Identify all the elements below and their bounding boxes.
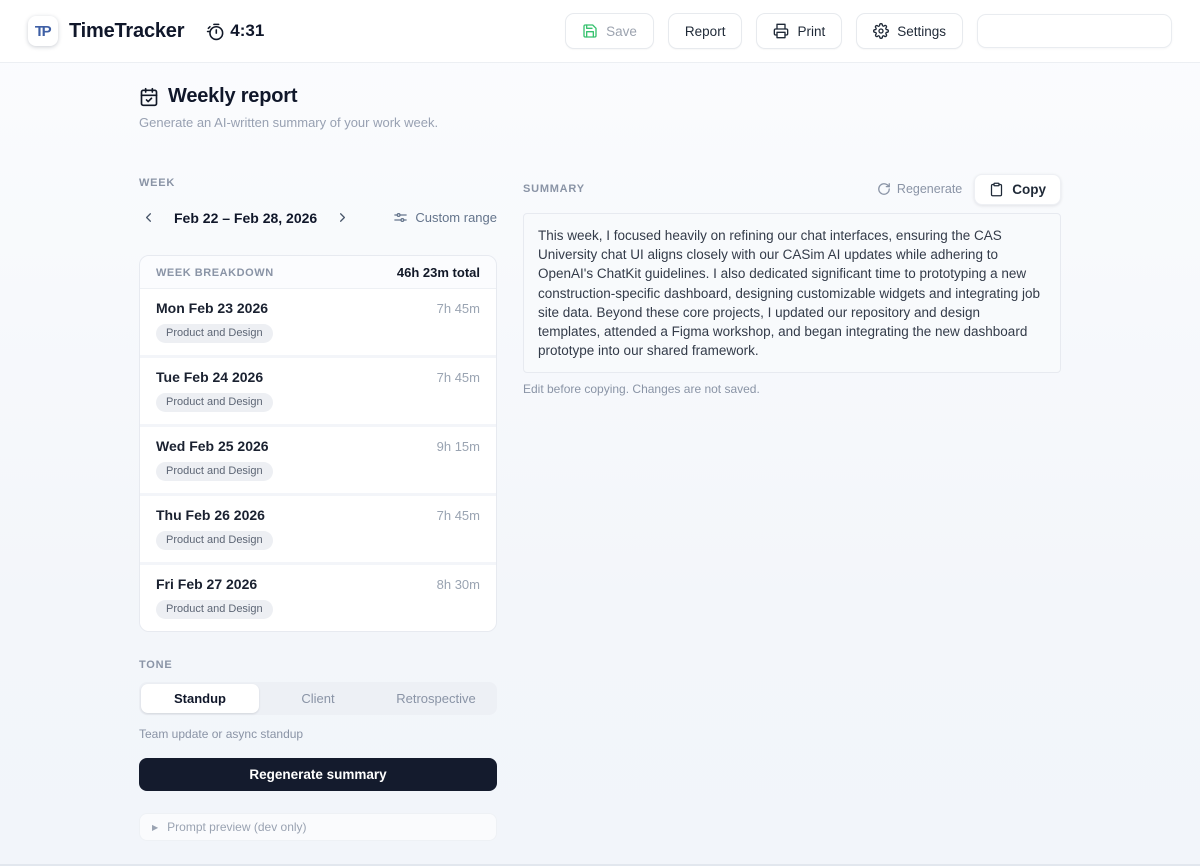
header-empty-field[interactable] — [977, 14, 1172, 48]
main-content: Weekly report Generate an AI-written sum… — [0, 63, 1200, 841]
timer-icon — [206, 22, 225, 41]
week-panel: WEEK Feb 22 – Feb 28, 2026 — [139, 173, 497, 841]
week-range-label: Feb 22 – Feb 28, 2026 — [174, 210, 317, 226]
clipboard-icon — [989, 182, 1004, 197]
project-tag: Product and Design — [156, 324, 273, 343]
chevron-right-icon — [335, 210, 350, 225]
header-actions: Save Report Print Settings — [565, 13, 1172, 49]
tracked-time: 4:31 — [206, 21, 264, 41]
triangle-right-icon: ▶ — [152, 823, 158, 832]
print-label: Print — [797, 24, 825, 39]
breakdown-row: Fri Feb 27 2026 8h 30m Product and Desig… — [140, 565, 496, 631]
save-icon — [582, 23, 598, 39]
week-breakdown-header: WEEK BREAKDOWN 46h 23m total — [140, 256, 496, 289]
prompt-preview-label: Prompt preview (dev only) — [167, 820, 306, 834]
copy-label: Copy — [1012, 182, 1046, 197]
day-label: Thu Feb 26 2026 — [156, 507, 265, 523]
print-icon — [773, 23, 789, 39]
timer-value: 4:31 — [230, 21, 264, 41]
day-label: Mon Feb 23 2026 — [156, 300, 268, 316]
next-week-button[interactable] — [333, 208, 352, 227]
custom-range-label: Custom range — [415, 210, 497, 225]
tone-segmented-control: Standup Client Retrospective — [139, 682, 497, 715]
regenerate-button[interactable]: Regenerate — [877, 182, 962, 196]
day-label: Tue Feb 24 2026 — [156, 369, 263, 385]
app-header: TP TimeTracker 4:31 Save Report — [0, 0, 1200, 63]
gear-icon — [873, 23, 889, 39]
tone-option[interactable]: Client — [259, 684, 377, 713]
settings-button[interactable]: Settings — [856, 13, 963, 49]
app-logo: TP — [28, 16, 58, 46]
project-tag: Product and Design — [156, 600, 273, 619]
breakdown-row: Tue Feb 24 2026 7h 45m Product and Desig… — [140, 358, 496, 424]
summary-section-label: SUMMARY — [523, 183, 585, 195]
save-label: Save — [606, 24, 637, 39]
page-subtitle: Generate an AI-written summary of your w… — [139, 115, 1061, 130]
week-total: 46h 23m total — [397, 265, 480, 280]
day-hours: 7h 45m — [437, 301, 480, 316]
save-button[interactable]: Save — [565, 13, 654, 49]
calendar-check-icon — [139, 87, 159, 107]
project-tag: Product and Design — [156, 531, 273, 550]
breakdown-row: Thu Feb 26 2026 7h 45m Product and Desig… — [140, 496, 496, 562]
regenerate-summary-button[interactable]: Regenerate summary — [139, 758, 497, 791]
refresh-icon — [877, 182, 891, 196]
day-hours: 8h 30m — [437, 577, 480, 592]
print-button[interactable]: Print — [756, 13, 842, 49]
day-label: Fri Feb 27 2026 — [156, 576, 257, 592]
week-breakdown-card: WEEK BREAKDOWN 46h 23m total Mon Feb 23 … — [139, 255, 497, 632]
day-hours: 9h 15m — [437, 439, 480, 454]
report-label: Report — [685, 24, 726, 39]
breakdown-row: Mon Feb 23 2026 7h 45m Product and Desig… — [140, 289, 496, 355]
summary-panel: SUMMARY Regenerate — [523, 173, 1061, 396]
day-hours: 7h 45m — [437, 508, 480, 523]
previous-week-button[interactable] — [139, 208, 158, 227]
day-hours: 7h 45m — [437, 370, 480, 385]
week-navigator: Feb 22 – Feb 28, 2026 Custom range — [139, 208, 497, 227]
project-tag: Product and Design — [156, 393, 273, 412]
tone-helper-text: Team update or async standup — [139, 727, 497, 741]
project-tag: Product and Design — [156, 462, 273, 481]
prompt-preview-toggle[interactable]: ▶ Prompt preview (dev only) — [139, 813, 497, 841]
settings-label: Settings — [897, 24, 946, 39]
regenerate-label: Regenerate — [897, 182, 962, 196]
page-title: Weekly report — [168, 85, 297, 108]
logo-monogram: TP — [35, 23, 49, 40]
breakdown-rows: Mon Feb 23 2026 7h 45m Product and Desig… — [140, 289, 496, 631]
day-label: Wed Feb 25 2026 — [156, 438, 269, 454]
custom-range-button[interactable]: Custom range — [393, 210, 497, 225]
summary-note: Edit before copying. Changes are not sav… — [523, 382, 1061, 396]
summary-textarea[interactable]: This week, I focused heavily on refining… — [523, 213, 1061, 373]
app-title: TimeTracker — [69, 20, 184, 43]
sliders-icon — [393, 210, 408, 225]
copy-button[interactable]: Copy — [974, 174, 1061, 205]
tone-section-label: TONE — [139, 659, 497, 671]
report-button[interactable]: Report — [668, 13, 743, 49]
breakdown-title: WEEK BREAKDOWN — [156, 267, 274, 279]
breakdown-row: Wed Feb 25 2026 9h 15m Product and Desig… — [140, 427, 496, 493]
chevron-left-icon — [141, 210, 156, 225]
tone-option[interactable]: Standup — [141, 684, 259, 713]
tone-option[interactable]: Retrospective — [377, 684, 495, 713]
week-section-label: WEEK — [139, 177, 175, 189]
